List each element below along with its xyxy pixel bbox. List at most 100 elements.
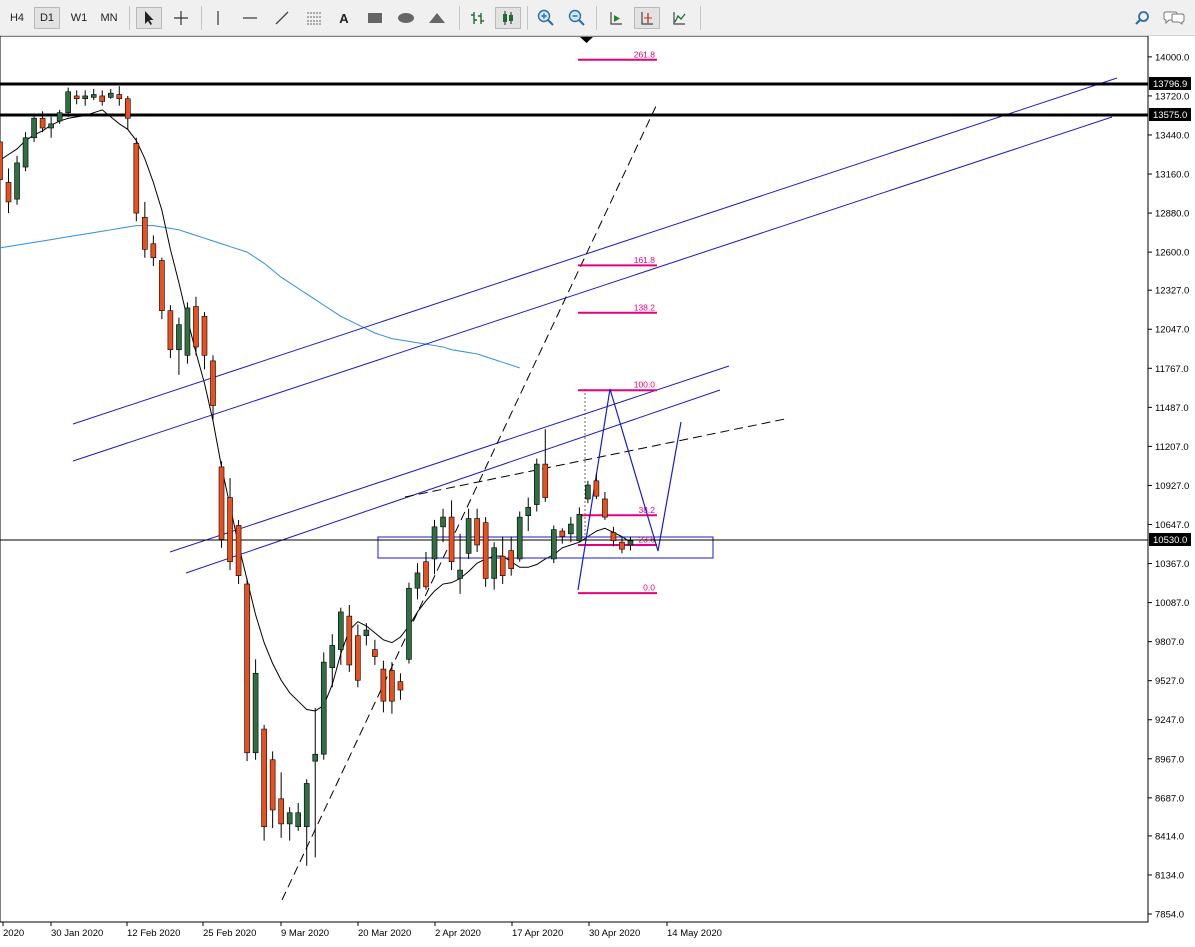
candle-body	[73, 95, 80, 100]
candle-body	[329, 645, 336, 669]
price-tick-label: 10087.0	[1155, 598, 1189, 609]
horizontal-line-tool-icon[interactable]	[238, 7, 262, 29]
timeframe-w1-button[interactable]: W1	[66, 7, 92, 29]
price-tick-label: 9247.0	[1155, 715, 1184, 726]
candle-body	[235, 525, 242, 576]
candle-body	[150, 243, 157, 259]
candle	[516, 511, 523, 562]
candle	[14, 155, 20, 205]
candle-body	[193, 306, 199, 348]
candle-body	[585, 484, 591, 500]
candle-body	[337, 611, 344, 650]
candle-body	[431, 526, 438, 560]
time-tick-label: 12 Feb 2020	[127, 928, 180, 939]
timeframe-mn-button[interactable]: MN	[96, 7, 122, 29]
candle-body	[533, 463, 540, 505]
candle-body	[525, 507, 532, 517]
toolbar-separator	[596, 6, 597, 30]
candle-body	[125, 98, 131, 119]
candle	[22, 132, 29, 172]
trendline-tool-icon[interactable]	[270, 7, 294, 29]
candle	[244, 578, 250, 762]
fib-level-label: 0.0	[643, 583, 655, 593]
candle-body	[559, 530, 566, 537]
zoom-out-icon[interactable]	[564, 7, 590, 29]
price-label-upper-level: 13796.9	[1149, 77, 1191, 90]
candle-body	[448, 516, 455, 563]
candle	[320, 652, 327, 760]
ellipse-tool-icon[interactable]	[393, 7, 419, 29]
time-tick-label: 30 Apr 2020	[589, 928, 640, 939]
candle	[261, 724, 267, 841]
candle-body	[550, 529, 557, 560]
candle-body	[39, 117, 46, 129]
candle	[406, 582, 412, 664]
chart-shift-icon[interactable]	[634, 7, 660, 29]
time-tick-label: 30 Jan 2020	[51, 928, 103, 939]
candle	[533, 458, 540, 512]
price-tick-label: 9807.0	[1155, 637, 1184, 648]
candle-body	[627, 540, 634, 546]
time-tick-label: 20 Mar 2020	[358, 928, 411, 939]
candle-body	[423, 561, 429, 588]
candle-body	[568, 523, 574, 535]
candlestick-chart-icon[interactable]	[495, 7, 521, 29]
candle	[184, 302, 191, 364]
candle-body	[286, 812, 293, 825]
indicators-icon[interactable]	[666, 7, 692, 29]
vertical-line-tool-icon[interactable]	[206, 7, 230, 29]
candle-body	[184, 307, 191, 356]
candle-body	[201, 315, 208, 356]
bar-chart-icon[interactable]	[465, 7, 491, 29]
candle-body	[252, 672, 259, 754]
candle-body	[499, 555, 506, 576]
candle-body	[210, 360, 216, 406]
price-tick-label: 8687.0	[1155, 793, 1184, 804]
candle-body	[440, 516, 446, 528]
crosshair-tool-icon[interactable]	[168, 7, 194, 29]
price-label-lower-text: 13575.0	[1153, 110, 1187, 121]
price-label-current-text: 10530.0	[1153, 535, 1187, 546]
candle-body	[82, 95, 88, 100]
candle-body	[278, 798, 284, 825]
candle-body	[159, 260, 165, 311]
cursor-tool-icon[interactable]	[136, 7, 162, 29]
candle	[31, 114, 37, 142]
triangle-tool-icon[interactable]	[424, 7, 450, 29]
candle-body	[99, 95, 106, 102]
candle-body	[610, 532, 617, 542]
candle	[550, 525, 557, 564]
candle-body	[457, 569, 463, 579]
time-tick-label: 14 May 2020	[667, 928, 722, 939]
candle-body	[516, 516, 523, 560]
price-tick-label: 12880.0	[1155, 209, 1189, 220]
price-tick-label: 13720.0	[1155, 91, 1189, 102]
zoom-in-icon[interactable]	[533, 7, 559, 29]
candle-body	[619, 541, 625, 550]
chat-icon[interactable]	[1160, 7, 1188, 29]
candle-body	[0, 141, 3, 180]
candle-body	[48, 123, 54, 129]
auto-scroll-icon[interactable]	[603, 7, 629, 29]
toolbar-separator	[700, 6, 701, 30]
candle-body	[508, 550, 515, 569]
time-tick-label: 17 Apr 2020	[512, 928, 563, 939]
candle-body	[389, 670, 395, 702]
candle-body	[269, 759, 276, 811]
candle-body	[133, 143, 140, 214]
timeframe-h4-button[interactable]: H4	[4, 7, 30, 29]
rectangle-tool-icon[interactable]	[362, 7, 388, 29]
timeframe-d1-button[interactable]: D1	[34, 7, 60, 29]
candle-body	[397, 681, 404, 691]
toolbar-separator	[129, 6, 130, 30]
candle	[235, 519, 242, 585]
candle-body	[56, 112, 63, 122]
fib-level-label: 161.8	[634, 255, 656, 265]
search-icon[interactable]	[1130, 7, 1154, 29]
fibonacci-tool-icon[interactable]	[302, 7, 326, 29]
text-tool-icon[interactable]: A	[332, 7, 356, 29]
price-tick-label: 11487.0	[1155, 403, 1189, 414]
price-tick-label: 10927.0	[1155, 481, 1189, 492]
candle-body	[465, 518, 472, 554]
price-chart[interactable]: 261.8161.8138.2100.038.223.60.0 14000.01…	[0, 36, 1195, 947]
